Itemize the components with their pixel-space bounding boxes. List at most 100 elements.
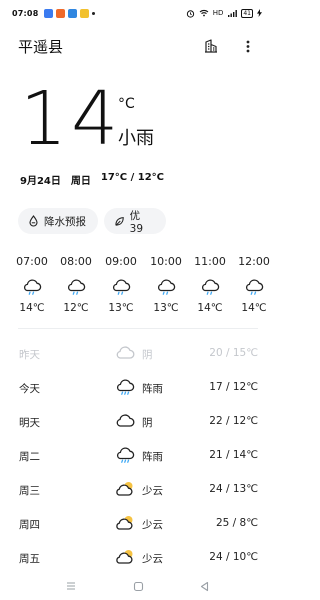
cloud-rain-icon [116,379,135,395]
signal-icon [228,10,238,17]
day-row-tuesday[interactable]: 周二 阵雨 21 / 14℃ [0,440,276,472]
hour-item: 10:00 13℃ [146,255,186,314]
home-square-icon [133,581,143,591]
partly-cloudy-icon [116,550,133,564]
hour-time: 08:00 [60,255,92,268]
hour-temperature: 14℃ [19,302,45,314]
hour-time: 09:00 [105,255,137,268]
status-right: HD 41 [186,8,262,18]
cloud-drizzle-icon [245,279,264,295]
precipitation-forecast-label: 降水预报 [44,215,86,228]
hour-item: 11:00 14℃ [190,255,230,314]
cloud-icon [116,346,135,359]
day-condition: 少云 [142,485,163,497]
day-condition: 少云 [142,553,163,565]
partly-cloudy-icon [116,482,133,496]
hourly-forecast[interactable]: 07:00 14℃ 08:00 12℃ 09:00 13℃ 10:00 13℃ … [0,255,276,325]
alarm-icon [186,9,194,18]
day-row-today[interactable]: 今天 阵雨 17 / 12℃ [0,372,276,404]
hour-temperature: 13℃ [153,302,179,314]
status-bar: 07:08 HD 41 [0,0,276,26]
day-range: 22 / 12℃ [209,415,258,427]
hour-time: 07:00 [16,255,48,268]
day-label: 今天 [19,383,40,395]
battery-level: 41 [241,8,253,18]
system-navigation-bar [0,572,276,600]
back-button[interactable] [194,576,214,596]
city-buildings-icon [205,39,217,53]
day-label: 周四 [19,519,40,531]
day-range: 24 / 13℃ [209,483,258,495]
partly-cloudy-icon [116,516,133,530]
app-notification-icon [56,8,66,18]
recent-apps-button[interactable] [61,576,81,596]
air-quality-label: 优 39 [129,209,144,235]
notification-icons [44,8,96,18]
current-weekday: 周日 [70,176,91,187]
day-condition: 少云 [142,519,163,531]
date-line: 9月24日 周日 17°C / 12°C [20,172,164,187]
message-notification-icon [44,8,54,18]
day-label: 明天 [19,417,40,429]
day-condition: 阵雨 [142,451,163,463]
current-date: 9月24日 [20,176,61,187]
cloud-drizzle-icon [157,279,176,295]
day-range: 17 / 12℃ [209,381,258,393]
air-quality-chip[interactable]: 优 39 [104,208,166,235]
day-label: 昨天 [19,349,40,361]
hour-time: 11:00 [194,255,226,268]
city-manager-button[interactable] [203,38,219,54]
raindrop-icon [29,215,38,227]
app-notification-icon-2 [68,8,78,18]
app-notification-icon-3 [80,8,90,18]
day-condition: 阴 [142,417,153,429]
status-time: 07:08 [12,8,39,18]
hour-temperature: 14℃ [241,302,267,314]
temperature-unit: °C [118,96,135,112]
day-condition: 阵雨 [142,383,163,395]
day-label: 周三 [19,485,40,497]
location-title[interactable]: 平遥县 [18,36,63,57]
hour-item: 09:00 13℃ [101,255,141,314]
day-range: 25 / 8℃ [215,517,258,529]
day-label: 周五 [19,553,40,565]
leaf-icon [115,216,124,226]
precipitation-forecast-chip[interactable]: 降水预报 [18,208,98,234]
day-row-tomorrow[interactable]: 明天 阴 22 / 12℃ [0,406,276,438]
hour-time: 12:00 [238,255,270,268]
day-label: 周二 [19,451,40,463]
home-button[interactable] [128,576,148,596]
cloud-drizzle-icon [67,279,86,295]
hour-temperature: 14℃ [197,302,223,314]
current-condition: 小雨 [118,128,154,149]
hour-time: 10:00 [150,255,182,268]
more-vertical-icon [246,40,250,53]
day-range: 21 / 14℃ [209,449,258,461]
cloud-icon [116,414,135,427]
day-row-yesterday[interactable]: 昨天 阴 20 / 15℃ [0,338,276,370]
charging-icon [257,9,262,17]
day-range: 24 / 10℃ [209,551,258,563]
day-row-friday[interactable]: 周五 少云 24 / 10℃ [0,542,276,574]
hour-item: 07:00 14℃ [12,255,52,314]
network-type-label: HD [212,9,224,17]
more-notifications-icon [92,11,96,15]
day-row-thursday[interactable]: 周四 少云 25 / 8℃ [0,508,276,540]
hour-item: 12:00 14℃ [234,255,274,314]
day-condition: 阴 [142,349,153,361]
hour-temperature: 13℃ [108,302,134,314]
more-options-button[interactable] [240,38,256,54]
menu-lines-icon [67,582,75,590]
cloud-drizzle-icon [23,279,42,295]
cloud-drizzle-icon [201,279,220,295]
hour-item: 08:00 12℃ [56,255,96,314]
divider [18,328,258,329]
current-temperature: 14 [20,76,123,162]
day-range: 20 / 15℃ [209,347,258,359]
back-triangle-icon [200,581,208,591]
wifi-icon [199,9,209,17]
day-row-wednesday[interactable]: 周三 少云 24 / 13℃ [0,474,276,506]
hour-temperature: 12℃ [63,302,89,314]
today-range: 17°C / 12°C [100,172,164,183]
cloud-rain-icon [116,447,135,463]
